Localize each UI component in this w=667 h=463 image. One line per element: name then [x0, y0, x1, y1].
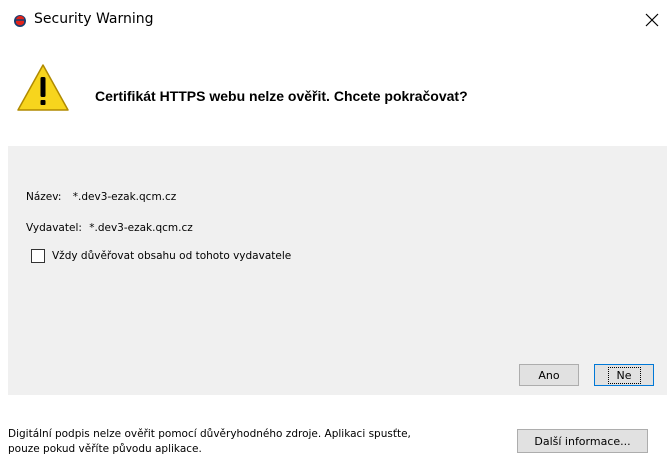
name-row: Název: *.dev3-ezak.qcm.cz — [26, 191, 176, 203]
publisher-label: Vydavatel: — [26, 222, 82, 234]
footer-message: Digitální podpis nelze ověřit pomocí dův… — [8, 427, 508, 457]
no-button-label: Ne — [607, 366, 641, 384]
warning-icon — [16, 63, 70, 113]
footer-line-2: pouze pokud věříte původu aplikace. — [8, 443, 202, 455]
yes-button[interactable]: Ano — [519, 364, 579, 386]
no-button[interactable]: Ne — [594, 364, 654, 386]
window-title: Security Warning — [34, 11, 154, 27]
warning-message: Certifikát HTTPS webu nelze ověřit. Chce… — [95, 88, 468, 104]
warning-header: Certifikát HTTPS webu nelze ověřit. Chce… — [0, 40, 667, 146]
details-panel: Název: *.dev3-ezak.qcm.cz Vydavatel: *.d… — [8, 146, 667, 395]
java-cup-icon — [12, 12, 28, 28]
close-button[interactable] — [637, 6, 667, 34]
more-info-button[interactable]: Další informace... — [517, 429, 648, 453]
publisher-value: *.dev3-ezak.qcm.cz — [89, 222, 193, 234]
trust-publisher-label[interactable]: Vždy důvěřovat obsahu od tohoto vydavate… — [52, 250, 291, 262]
title-bar: Security Warning — [0, 0, 667, 40]
footer-line-1: Digitální podpis nelze ověřit pomocí dův… — [8, 428, 411, 440]
trust-publisher-row[interactable]: Vždy důvěřovat obsahu od tohoto vydavate… — [31, 249, 291, 263]
more-info-button-label: Další informace... — [534, 434, 631, 448]
trust-publisher-checkbox[interactable] — [31, 249, 45, 263]
yes-button-label: Ano — [538, 368, 560, 382]
name-value: *.dev3-ezak.qcm.cz — [72, 191, 177, 203]
publisher-row: Vydavatel: *.dev3-ezak.qcm.cz — [26, 222, 193, 234]
footer: Digitální podpis nelze ověřit pomocí dův… — [0, 395, 667, 463]
close-icon — [645, 13, 659, 27]
name-label: Název: — [26, 191, 62, 203]
